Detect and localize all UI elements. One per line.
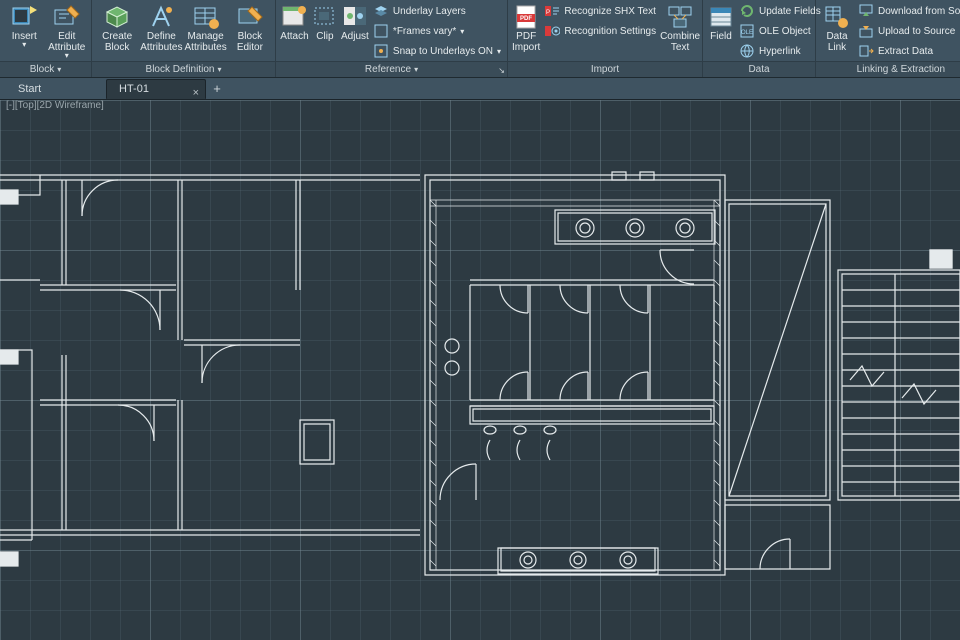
block-editor-icon [236,4,264,30]
panel-linking-title: Linking & Extraction [816,61,960,77]
clip-label: Clip [316,31,333,42]
download-icon [858,3,874,19]
field-label: Field [710,31,732,42]
tab-file[interactable]: HT-01× [106,79,206,99]
define-attributes-label: Define Attributes [140,31,182,53]
panel-data-title: Data [703,61,815,77]
snap-underlays-label: Snap to Underlays ON [393,46,493,57]
recognize-shx-label: Recognize SHX Text [564,6,656,17]
attach-icon [280,4,308,30]
edit-attribute-button[interactable]: Edit Attribute▾ [47,2,88,61]
create-block-button[interactable]: Create Block [96,2,138,55]
panel-import-title: Import [508,61,702,77]
edit-attribute-label: Edit Attribute▾ [48,31,85,59]
panel-block: Insert▾ Edit Attribute▾ Block▾ [0,0,92,77]
svg-text:PDF: PDF [520,16,532,22]
insert-button[interactable]: Insert▾ [4,2,45,50]
insert-label: Insert▾ [12,31,37,48]
extract-data-label: Extract Data [878,46,933,57]
recognition-settings-button[interactable]: Recognition Settings [544,22,656,40]
panel-import: PDF PDF Import P Recognize SHX Text Reco… [508,0,703,77]
frame-icon [373,23,389,39]
floorplan-drawing [0,100,960,640]
upload-source-button[interactable]: Upload to Source [858,22,960,40]
reference-launcher-icon[interactable]: ↘ [498,66,505,75]
ole-object-button[interactable]: OLE OLE Object [739,22,821,40]
tab-file-label: HT-01 [119,79,149,99]
underlay-layers-button[interactable]: Underlay Layers [373,2,501,20]
upload-source-label: Upload to Source [878,26,955,37]
panel-data: Field Update Fields OLE OLE Object Hyper… [703,0,816,77]
upload-icon [858,23,874,39]
recognition-settings-label: Recognition Settings [564,26,656,37]
panel-linking: Data Link Download from Source Upload to… [816,0,960,77]
data-link-label: Data Link [826,31,847,53]
download-source-button[interactable]: Download from Source [858,2,960,20]
snap-icon [373,43,389,59]
panel-reference: Attach Clip Adjust Underlay Layers *Fram… [276,0,508,77]
recognize-shx-button[interactable]: P Recognize SHX Text [544,2,656,20]
hyperlink-label: Hyperlink [759,46,801,57]
attach-button[interactable]: Attach [280,2,309,44]
insert-icon [10,4,38,30]
create-block-icon [103,4,131,30]
ole-object-label: OLE Object [759,26,811,37]
snap-underlays-button[interactable]: Snap to Underlays ON▾ [373,42,501,60]
panel-block-def-title[interactable]: Block Definition▾ [92,61,275,77]
tab-start[interactable]: Start [6,79,106,99]
data-link-icon [823,4,851,30]
hyperlink-button[interactable]: Hyperlink [739,42,821,60]
create-block-label: Create Block [102,31,132,53]
pdf-icon: PDF [512,4,540,30]
drawing-viewport[interactable]: [-][Top][2D Wireframe] [0,100,960,640]
update-fields-label: Update Fields [759,6,821,17]
svg-text:OLE: OLE [741,30,753,36]
field-icon [707,4,735,30]
update-fields-button[interactable]: Update Fields [739,2,821,20]
combine-text-icon [666,4,694,30]
combine-text-button[interactable]: Combine Text [660,2,700,55]
manage-attributes-icon [192,4,220,30]
combine-text-label: Combine Text [660,31,700,53]
new-tab-button[interactable]: + [206,79,228,99]
layers-icon [373,3,389,19]
field-button[interactable]: Field [707,2,735,44]
frames-vary-label: *Frames vary* [393,26,456,37]
ribbon: Insert▾ Edit Attribute▾ Block▾ Create Bl… [0,0,960,78]
document-tabs: Start HT-01× + [0,78,960,100]
extract-data-button[interactable]: Extract Data [858,42,960,60]
update-icon [739,3,755,19]
frames-vary-button[interactable]: *Frames vary*▾ [373,22,501,40]
tab-start-label: Start [18,79,41,99]
block-editor-label: Block Editor [237,31,263,53]
ole-icon: OLE [739,23,755,39]
manage-attributes-label: Manage Attributes [185,31,227,53]
extract-icon [858,43,874,59]
underlay-layers-label: Underlay Layers [393,6,466,17]
attach-label: Attach [280,31,308,42]
hyperlink-icon [739,43,755,59]
manage-attributes-button[interactable]: Manage Attributes [185,2,227,55]
panel-block-definition: Create Block Define Attributes Manage At… [92,0,276,77]
pdf-import-button[interactable]: PDF PDF Import [512,2,540,55]
adjust-icon [341,4,369,30]
block-editor-button[interactable]: Block Editor [229,2,271,55]
define-attributes-button[interactable]: Define Attributes [140,2,182,55]
recognize-icon: P [544,3,560,19]
edit-attribute-icon [53,4,81,30]
data-link-button[interactable]: Data Link [820,2,854,55]
define-attributes-icon [147,4,175,30]
panel-reference-title[interactable]: Reference▾ [276,61,507,77]
pdf-import-label: PDF Import [512,31,540,53]
clip-icon [311,4,339,30]
download-source-label: Download from Source [878,6,960,17]
panel-block-title[interactable]: Block▾ [0,61,91,77]
recog-settings-icon [544,23,560,39]
adjust-button[interactable]: Adjust [341,2,369,44]
clip-button[interactable]: Clip [311,2,339,44]
adjust-label: Adjust [341,31,369,42]
svg-text:P: P [546,10,550,16]
